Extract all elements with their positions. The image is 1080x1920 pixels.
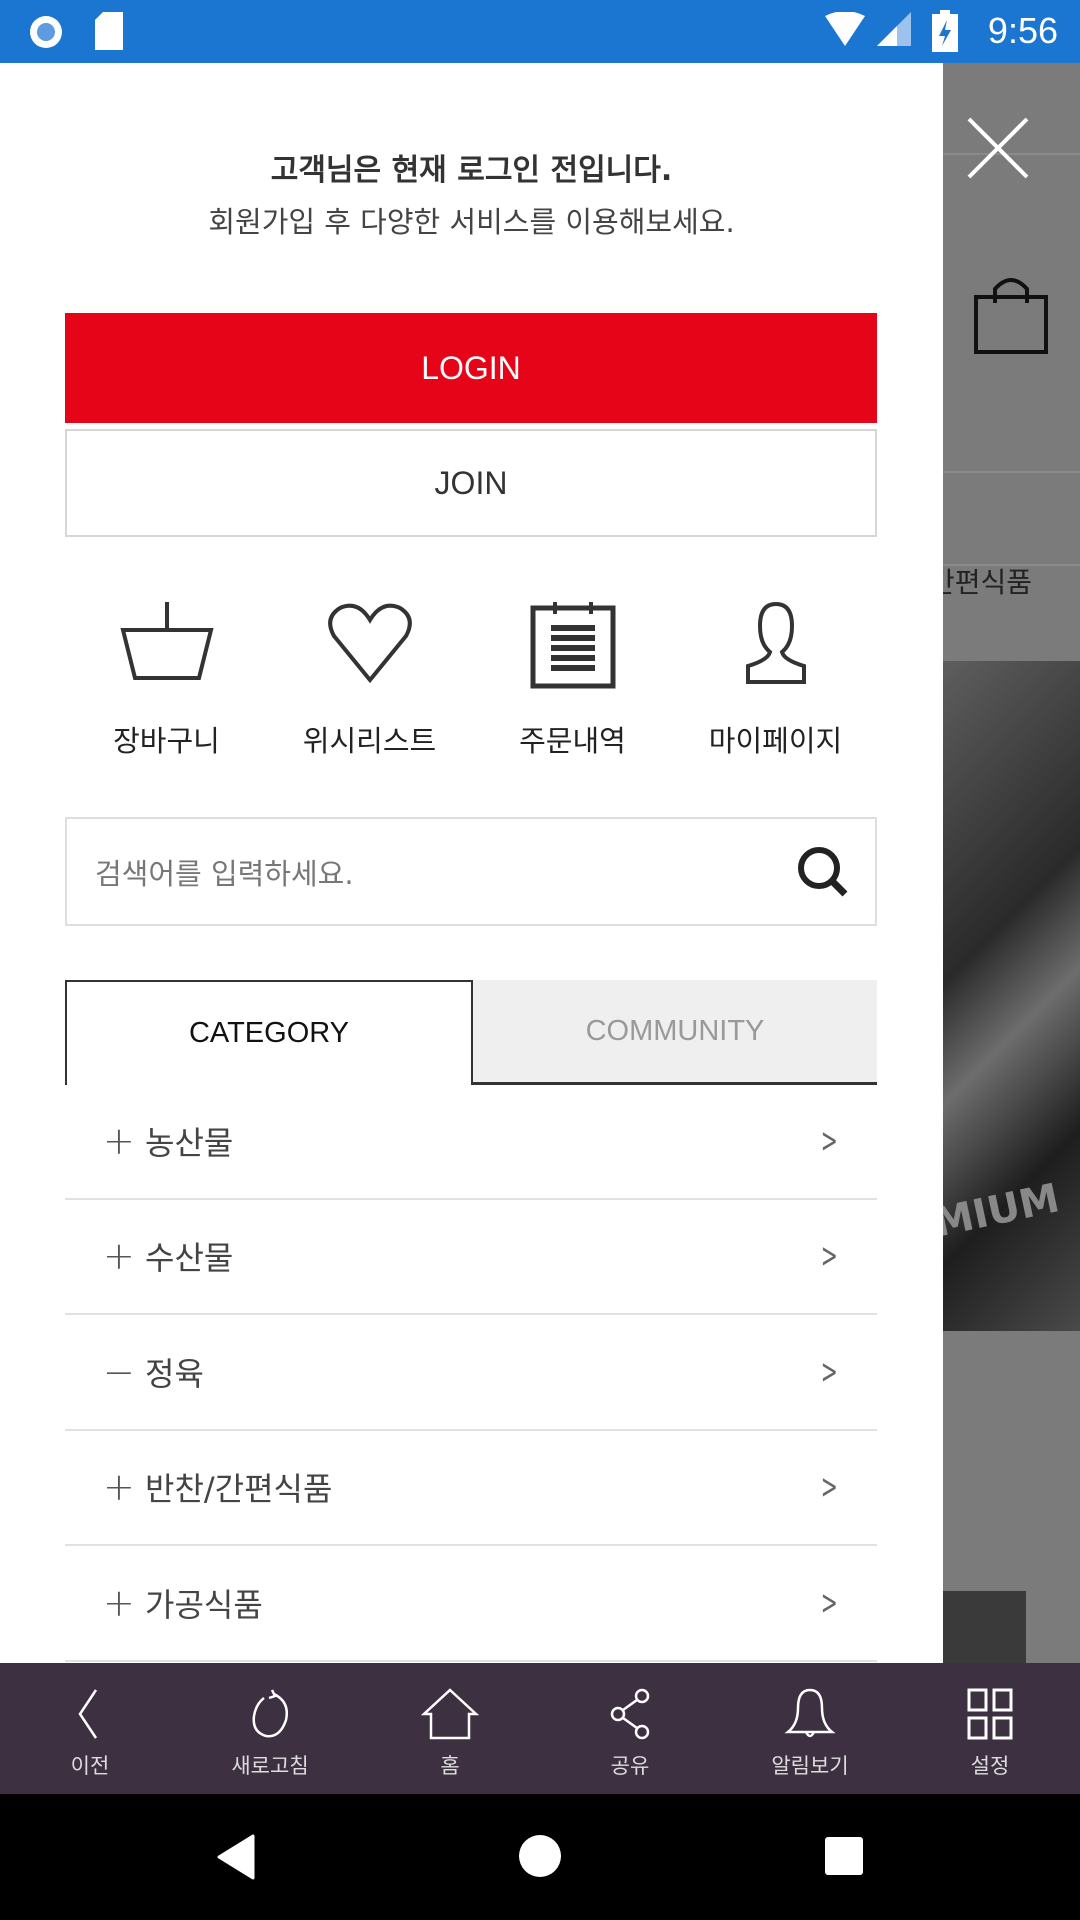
location-icon — [30, 16, 62, 48]
toolbar-label: 새로고침 — [231, 1754, 309, 1778]
grid-icon — [967, 1688, 1013, 1740]
quick-link-label: 위시리스트 — [302, 724, 437, 758]
home-button[interactable]: 홈 — [360, 1663, 540, 1794]
quick-link-label: 주문내역 — [519, 724, 626, 758]
category-item[interactable]: + 농산물 > — [65, 1084, 877, 1200]
share-icon — [610, 1688, 650, 1740]
toolbar-label: 이전 — [70, 1754, 110, 1778]
back-icon — [78, 1689, 98, 1739]
category-item[interactable]: + 가공식품 > — [65, 1546, 877, 1662]
category-label: 반찬/간편식품 — [145, 1470, 333, 1509]
quick-link-orders[interactable]: 주문내역 — [471, 600, 674, 760]
tab-category[interactable]: CATEGORY — [65, 980, 473, 1085]
system-back-icon[interactable] — [215, 1834, 255, 1880]
category-label: 농산물 — [145, 1123, 234, 1162]
toolbar-label: 공유 — [610, 1754, 650, 1778]
category-item[interactable]: − 정육 > — [65, 1315, 877, 1431]
search-input[interactable]: 검색어를 입력하세요. — [65, 817, 877, 926]
battery-icon — [932, 10, 958, 52]
system-recents-icon[interactable] — [824, 1836, 864, 1876]
chevron-right-icon: > — [820, 1467, 838, 1508]
background-page: 간편식품 MIUM — [943, 63, 1080, 1663]
toolbar-label: 알림보기 — [771, 1754, 849, 1778]
expand-icon[interactable]: + — [103, 1581, 145, 1625]
quick-link-label: 장바구니 — [113, 724, 220, 758]
status-bar: 9:56 — [0, 0, 1080, 63]
chevron-right-icon: > — [820, 1582, 838, 1623]
tab-community[interactable]: COMMUNITY — [473, 980, 877, 1085]
bottom-toolbar: 이전 새로고침 홈 공유 알림보기 설정 — [0, 1663, 1080, 1794]
share-button[interactable]: 공유 — [540, 1663, 720, 1794]
home-icon — [420, 1688, 480, 1740]
drawer-tabs: CATEGORY COMMUNITY — [65, 980, 877, 1085]
toolbar-label: 홈 — [440, 1754, 460, 1778]
join-button[interactable]: JOIN — [65, 429, 877, 537]
background-image-thumb — [943, 1591, 1026, 1663]
sd-card-icon — [95, 12, 123, 50]
login-status-message: 고객님은 현재 로그인 전입니다. — [270, 153, 673, 188]
side-drawer: 고객님은 현재 로그인 전입니다. 회원가입 후 다양한 서비스를 이용해보세요… — [0, 63, 943, 1663]
bell-icon — [784, 1688, 836, 1738]
heart-icon — [327, 603, 412, 684]
signal-icon — [825, 12, 911, 46]
close-icon[interactable] — [965, 115, 1031, 181]
toolbar-label: 설정 — [970, 1754, 1010, 1778]
search-icon[interactable] — [795, 844, 851, 900]
category-list: + 농산물 > + 수산물 > − 정육 > + 반찬/간편식품 > + 가공식품 > — [65, 1084, 877, 1662]
shopping-bag-icon[interactable] — [973, 275, 1049, 355]
quick-link-cart[interactable]: 장바구니 — [65, 600, 268, 760]
category-label: 정육 — [145, 1354, 204, 1393]
user-icon — [745, 601, 806, 684]
chevron-right-icon: > — [820, 1120, 838, 1161]
system-home-icon[interactable] — [518, 1834, 562, 1878]
category-label: 수산물 — [145, 1239, 234, 1278]
signup-prompt: 회원가입 후 다양한 서비스를 이용해보세요. — [208, 205, 735, 239]
expand-icon[interactable]: + — [103, 1234, 145, 1278]
quick-link-label: 마이페이지 — [708, 724, 843, 758]
clock: 9:56 — [987, 10, 1058, 51]
collapse-icon[interactable]: − — [103, 1350, 145, 1394]
quick-links: 장바구니 위시리스트 주문내역 마이페이지 — [65, 600, 877, 760]
system-navigation-bar — [0, 1794, 1080, 1920]
category-item[interactable]: + 반찬/간편식품 > — [65, 1431, 877, 1546]
settings-button[interactable]: 설정 — [900, 1663, 1080, 1794]
background-category-text: 간편식품 — [943, 566, 1033, 599]
expand-icon[interactable]: + — [103, 1465, 145, 1509]
quick-link-wishlist[interactable]: 위시리스트 — [268, 600, 471, 760]
expand-icon[interactable]: + — [103, 1119, 145, 1163]
login-button[interactable]: LOGIN — [65, 313, 877, 423]
chevron-right-icon: > — [820, 1351, 838, 1392]
basket-icon — [119, 602, 214, 680]
chevron-right-icon: > — [820, 1236, 838, 1277]
order-list-icon — [530, 602, 615, 689]
category-item[interactable]: + 수산물 > — [65, 1200, 877, 1315]
quick-link-mypage[interactable]: 마이페이지 — [674, 600, 877, 760]
search-placeholder: 검색어를 입력하세요. — [95, 856, 354, 891]
notifications-button[interactable]: 알림보기 — [720, 1663, 900, 1794]
category-label: 가공식품 — [145, 1585, 263, 1624]
refresh-button[interactable]: 새로고침 — [180, 1663, 360, 1794]
refresh-icon — [252, 1689, 288, 1738]
back-button[interactable]: 이전 — [0, 1663, 180, 1794]
